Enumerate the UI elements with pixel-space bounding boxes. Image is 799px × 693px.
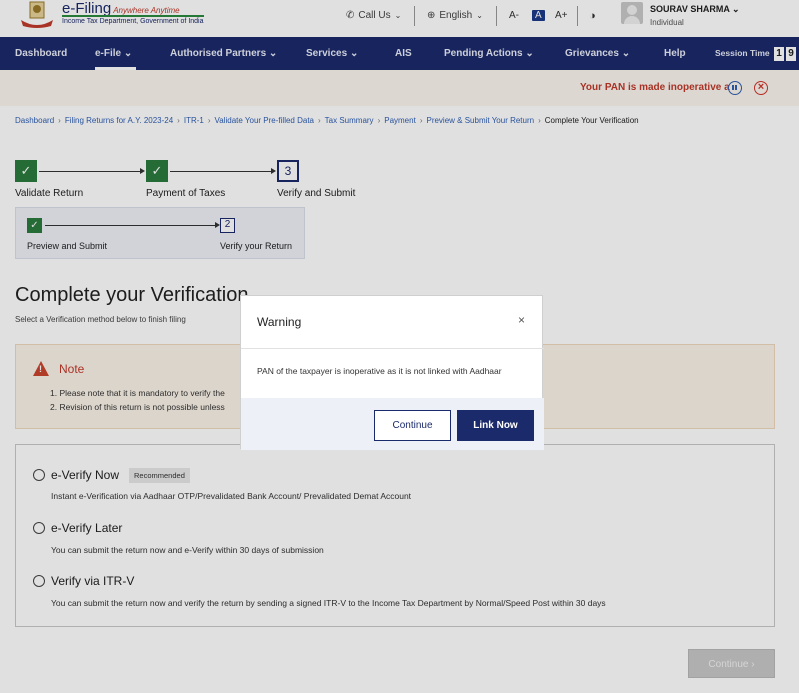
dialog-footer: Continue Link Now [241,398,544,450]
dialog-continue-button[interactable]: Continue [374,410,451,441]
dialog-message: PAN of the taxpayer is inoperative as it… [257,366,502,376]
dialog-title: Warning [257,315,302,329]
warning-dialog: Warning × PAN of the taxpayer is inopera… [240,295,544,450]
dialog-header: Warning × [241,296,544,349]
close-icon[interactable]: × [518,313,525,327]
link-now-button[interactable]: Link Now [457,410,534,441]
